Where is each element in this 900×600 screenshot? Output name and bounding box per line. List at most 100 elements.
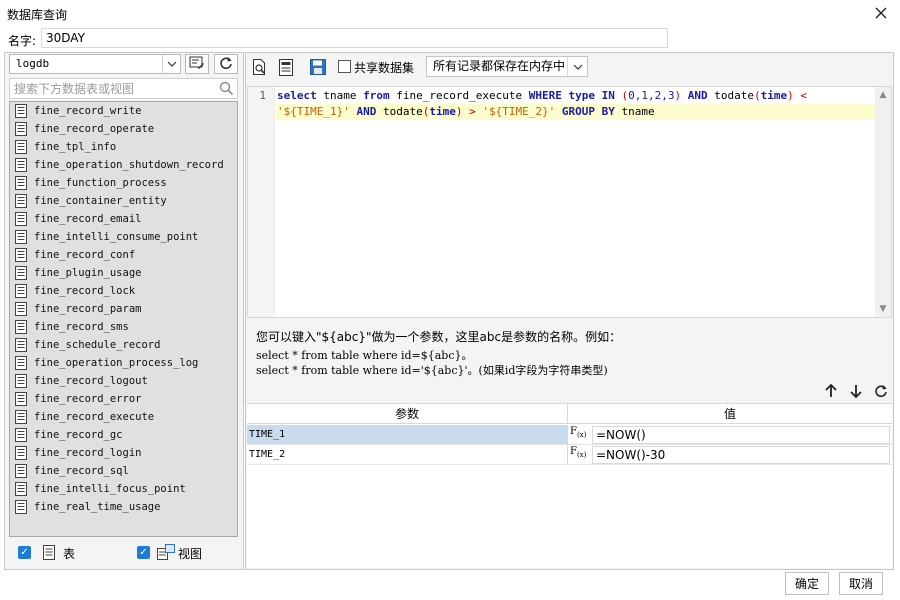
table-list-item[interactable]: fine_intelli_consume_point	[10, 228, 237, 246]
table-name: fine_operation_process_log	[34, 357, 199, 369]
show-tables-label: 表	[63, 547, 76, 561]
table-icon	[15, 194, 27, 208]
parameter-value[interactable]: =NOW()-30	[592, 446, 890, 464]
table-name: fine_container_entity	[34, 195, 167, 207]
table-icon	[15, 320, 27, 334]
table-list-item[interactable]: fine_record_login	[10, 444, 237, 462]
parameter-table-header: 参数 值	[247, 404, 892, 424]
view-icon	[157, 544, 175, 563]
table-name: fine_real_time_usage	[34, 501, 161, 513]
sql-editor[interactable]: 1 select tname from fine_record_execute …	[247, 86, 892, 318]
move-up-icon[interactable]	[823, 383, 839, 399]
edit-connection-icon	[189, 56, 205, 73]
refresh-button[interactable]	[214, 54, 238, 74]
table-search-box[interactable]	[9, 78, 238, 99]
table-list-item[interactable]: fine_record_error	[10, 390, 237, 408]
memory-mode-select[interactable]: 所有记录都保存在内存中	[426, 56, 588, 77]
table-list-item[interactable]: fine_record_execute	[10, 408, 237, 426]
table-list-item[interactable]: fine_record_email	[10, 210, 237, 228]
save-icon[interactable]	[309, 58, 327, 76]
scroll-down-icon[interactable]: ▼	[875, 301, 891, 317]
parameter-value[interactable]: =NOW()	[592, 426, 890, 444]
table-icon	[15, 140, 27, 154]
chevron-down-icon[interactable]	[162, 55, 180, 73]
object-type-filter: ✓ 表 ✓ 视图	[9, 541, 238, 565]
refresh-params-icon[interactable]	[873, 383, 889, 399]
sql-file-icon[interactable]	[277, 58, 295, 76]
header-value: 值	[723, 407, 736, 421]
parameter-row[interactable]: TIME_1 F(x) =NOW()	[247, 425, 892, 445]
table-icon	[15, 446, 27, 460]
sql-line-1[interactable]: select tname from fine_record_execute WH…	[276, 88, 876, 104]
table-search-input[interactable]	[10, 79, 215, 98]
table-list-item[interactable]: fine_record_write	[10, 102, 237, 120]
table-icon	[15, 176, 27, 190]
table-list-item[interactable]: fine_record_operate	[10, 120, 237, 138]
database-select[interactable]: logdb	[9, 54, 181, 74]
table-list-item[interactable]: fine_record_logout	[10, 372, 237, 390]
table-icon	[43, 545, 55, 563]
table-list-item[interactable]: fine_schedule_record	[10, 336, 237, 354]
table-name: fine_function_process	[34, 177, 167, 189]
table-list-item[interactable]: fine_record_gc	[10, 426, 237, 444]
name-input[interactable]	[41, 28, 668, 48]
table-list-item[interactable]: fine_record_param	[10, 300, 237, 318]
chevron-down-icon[interactable]	[567, 57, 587, 76]
table-list-item[interactable]: fine_plugin_usage	[10, 264, 237, 282]
edit-connection-button[interactable]	[185, 54, 209, 74]
share-dataset-checkbox[interactable]	[338, 60, 351, 73]
search-icon[interactable]	[219, 81, 234, 99]
table-name: fine_record_param	[34, 303, 142, 315]
table-name: fine_intelli_consume_point	[34, 231, 199, 243]
table-name: fine_record_execute	[34, 411, 155, 423]
table-list-item[interactable]: fine_tpl_info	[10, 138, 237, 156]
table-list-item[interactable]: fine_function_process	[10, 174, 237, 192]
table-name: fine_record_write	[34, 105, 142, 117]
table-icon	[15, 104, 27, 118]
table-name: fine_record_conf	[34, 249, 136, 261]
table-name: fine_plugin_usage	[34, 267, 142, 279]
table-list-item[interactable]: fine_record_sql	[10, 462, 237, 480]
table-name: fine_record_gc	[34, 429, 123, 441]
ok-button[interactable]: 确定	[785, 572, 829, 595]
sql-line-2[interactable]: '${TIME_1}' AND todate(time) > '${TIME_2…	[276, 104, 876, 120]
editor-scrollbar[interactable]: ▲ ▼	[875, 87, 891, 317]
table-list-item[interactable]: fine_real_time_usage	[10, 498, 237, 516]
move-down-icon[interactable]	[848, 383, 864, 399]
cancel-button[interactable]: 取消	[839, 572, 883, 595]
table-name: fine_record_sms	[34, 321, 129, 333]
table-list-item[interactable]: fine_record_conf	[10, 246, 237, 264]
close-icon[interactable]	[870, 2, 892, 24]
show-views-checkbox[interactable]: ✓	[137, 546, 150, 559]
table-icon	[15, 410, 27, 424]
table-name: fine_record_login	[34, 447, 142, 459]
table-icon	[15, 212, 27, 226]
table-list-item[interactable]: fine_operation_shutdown_record	[10, 156, 237, 174]
table-name: fine_record_operate	[34, 123, 155, 135]
preview-icon[interactable]	[251, 58, 269, 76]
table-name: fine_record_lock	[34, 285, 136, 297]
parameter-name[interactable]: TIME_2	[247, 445, 568, 464]
show-tables-checkbox[interactable]: ✓	[18, 546, 31, 559]
table-icon	[15, 230, 27, 244]
formula-icon[interactable]: F(x)	[570, 426, 590, 443]
left-panel: logdb fine_record_write fine_record_opera…	[4, 52, 244, 570]
table-icon	[15, 266, 27, 280]
table-icon	[15, 500, 27, 514]
sql-code-area[interactable]: select tname from fine_record_execute WH…	[276, 87, 876, 317]
table-list-item[interactable]: fine_container_entity	[10, 192, 237, 210]
formula-icon[interactable]: F(x)	[570, 446, 590, 463]
title-bar: 数据库查询	[0, 0, 900, 27]
table-list-item[interactable]: fine_record_sms	[10, 318, 237, 336]
table-list-item[interactable]: fine_record_lock	[10, 282, 237, 300]
table-icon	[15, 284, 27, 298]
table-list[interactable]: fine_record_write fine_record_operatefine…	[9, 101, 238, 537]
table-list-item[interactable]: fine_intelli_focus_point	[10, 480, 237, 498]
line-number-gutter: 1	[248, 87, 275, 317]
scroll-up-icon[interactable]: ▲	[875, 87, 891, 103]
parameter-name[interactable]: TIME_1	[247, 425, 568, 444]
table-list-item[interactable]: fine_operation_process_log	[10, 354, 237, 372]
parameter-row[interactable]: TIME_2 F(x) =NOW()-30	[247, 445, 892, 465]
table-name: fine_operation_shutdown_record	[34, 159, 224, 171]
table-icon	[15, 482, 27, 496]
